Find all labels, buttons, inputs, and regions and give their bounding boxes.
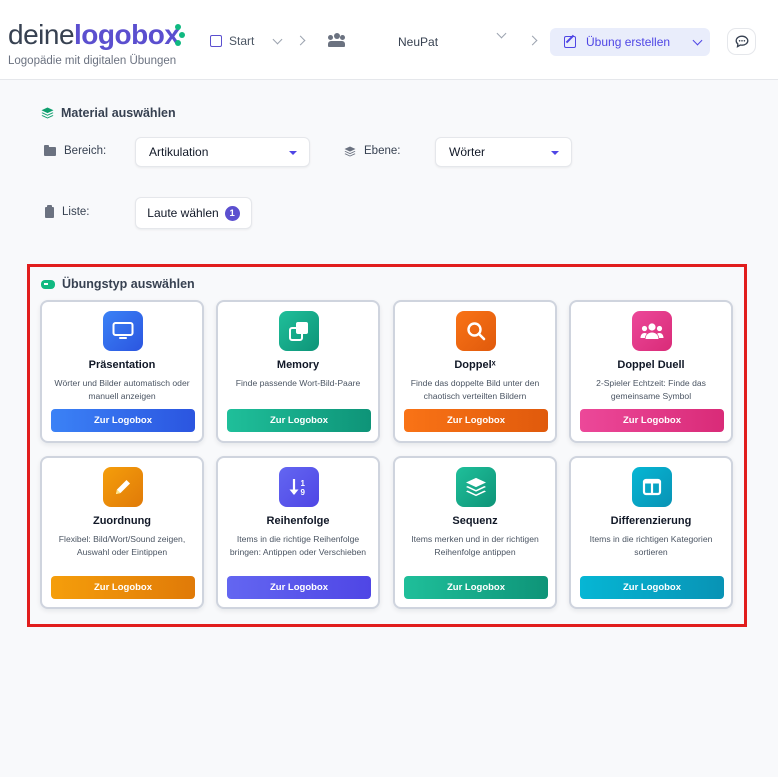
exercise-card-doppel-duell[interactable]: Doppel Duell 2-Spieler Echtzeit: Finde d… (569, 300, 733, 443)
card-description: Finde passende Wort-Bild-Paare (235, 378, 361, 388)
to-logobox-button[interactable]: Zur Logobox (404, 576, 548, 599)
select-sounds-label: Laute wählen (147, 206, 219, 220)
square-icon (210, 35, 222, 47)
card-description: Flexibel: Bild/Wort/Sound zeigen, Auswah… (58, 534, 186, 557)
logo-dots-icon (172, 22, 186, 48)
monitor-icon (103, 311, 143, 351)
exercise-card-doppel[interactable]: Doppelˣ Finde das doppelte Bild unter de… (393, 300, 557, 443)
chat-icon (735, 35, 748, 48)
exercise-card-reihenfolge[interactable]: 19 Reihenfolge Items in die richtige Rei… (216, 456, 380, 609)
exercise-card-memory[interactable]: Memory Finde passende Wort-Bild-Paare Zu… (216, 300, 380, 443)
exercise-card-praesentation[interactable]: Präsentation Wörter und Bilder automatis… (40, 300, 204, 443)
columns-icon (632, 467, 672, 507)
card-title: Reihenfolge (266, 515, 330, 527)
count-badge: 1 (224, 205, 240, 221)
caret-down-icon (289, 151, 297, 155)
ebene-select[interactable]: Wörter (435, 137, 572, 167)
exercise-type-section-title: Übungstyp auswählen (41, 277, 195, 291)
card-title: Doppelˣ (454, 359, 496, 371)
to-logobox-button[interactable]: Zur Logobox (51, 576, 195, 599)
nav-start-label: Start (229, 34, 255, 48)
patient-selector[interactable]: NeuPat (398, 35, 438, 49)
app-header: deinelogobox Logopädie mit digitalen Übu… (0, 0, 778, 80)
folder-open-icon (44, 144, 56, 156)
users-icon (632, 311, 672, 351)
bereich-label: Bereich: (44, 144, 106, 157)
caret-down-icon (551, 151, 559, 155)
tagline: Logopädie mit digitalen Übungen (8, 55, 177, 67)
layers-icon (344, 145, 356, 157)
create-exercise-label: Übung erstellen (586, 35, 671, 49)
svg-text:1: 1 (301, 479, 306, 488)
search-icon (456, 311, 496, 351)
liste-label: Liste: (45, 204, 90, 218)
chevron-right-icon (295, 35, 306, 46)
chat-button[interactable] (727, 28, 756, 55)
exercise-card-zuordnung[interactable]: Zuordnung Flexibel: Bild/Wort/Sound zeig… (40, 456, 204, 609)
to-logobox-button[interactable]: Zur Logobox (404, 409, 548, 432)
users-icon (328, 33, 345, 47)
card-title: Doppel Duell (617, 359, 685, 371)
to-logobox-button[interactable]: Zur Logobox (227, 409, 371, 432)
card-description: 2-Spieler Echtzeit: Finde das gemeinsame… (596, 378, 706, 401)
to-logobox-button[interactable]: Zur Logobox (227, 576, 371, 599)
bereich-select[interactable]: Artikulation (135, 137, 310, 167)
to-logobox-button[interactable]: Zur Logobox (580, 409, 724, 432)
card-description: Items in die richtige Reihenfolge bringe… (229, 534, 367, 557)
chevron-down-icon (272, 34, 283, 44)
svg-text:9: 9 (301, 488, 306, 497)
pencil-icon (103, 467, 143, 507)
edit-icon (564, 36, 576, 48)
select-sounds-button[interactable]: Laute wählen 1 (135, 197, 252, 229)
layers-icon (41, 107, 54, 119)
chevron-down-icon (692, 35, 703, 45)
copy-icon (279, 311, 319, 351)
card-title: Differenzierung (610, 515, 692, 527)
card-description: Items merken und in der richtigen Reihen… (411, 534, 539, 557)
gamepad-icon (41, 279, 55, 289)
nav-start-dropdown[interactable]: Start (210, 30, 283, 52)
chevron-right-icon (527, 35, 538, 46)
card-title: Präsentation (88, 359, 156, 371)
to-logobox-button[interactable]: Zur Logobox (51, 409, 195, 432)
chevron-down-icon[interactable] (496, 28, 507, 39)
sort-icon: 19 (279, 467, 319, 507)
card-title: Memory (276, 359, 320, 371)
card-description: Items in die richtigen Kategorien sortie… (589, 534, 713, 557)
create-exercise-button[interactable]: Übung erstellen (550, 28, 710, 56)
material-section-title: Material auswählen (41, 106, 176, 120)
logo[interactable]: deinelogobox (8, 18, 185, 52)
ebene-label: Ebene: (344, 145, 400, 157)
card-title: Zuordnung (92, 515, 152, 527)
to-logobox-button[interactable]: Zur Logobox (580, 576, 724, 599)
clipboard-icon (45, 204, 54, 218)
card-description: Wörter und Bilder automatisch oder manue… (54, 378, 190, 401)
exercise-card-differenzierung[interactable]: Differenzierung Items in die richtigen K… (569, 456, 733, 609)
layers-icon (456, 467, 496, 507)
exercise-card-sequenz[interactable]: Sequenz Items merken und in der richtige… (393, 456, 557, 609)
card-title: Sequenz (452, 515, 498, 527)
card-description: Finde das doppelte Bild unter den chaoti… (410, 378, 540, 401)
